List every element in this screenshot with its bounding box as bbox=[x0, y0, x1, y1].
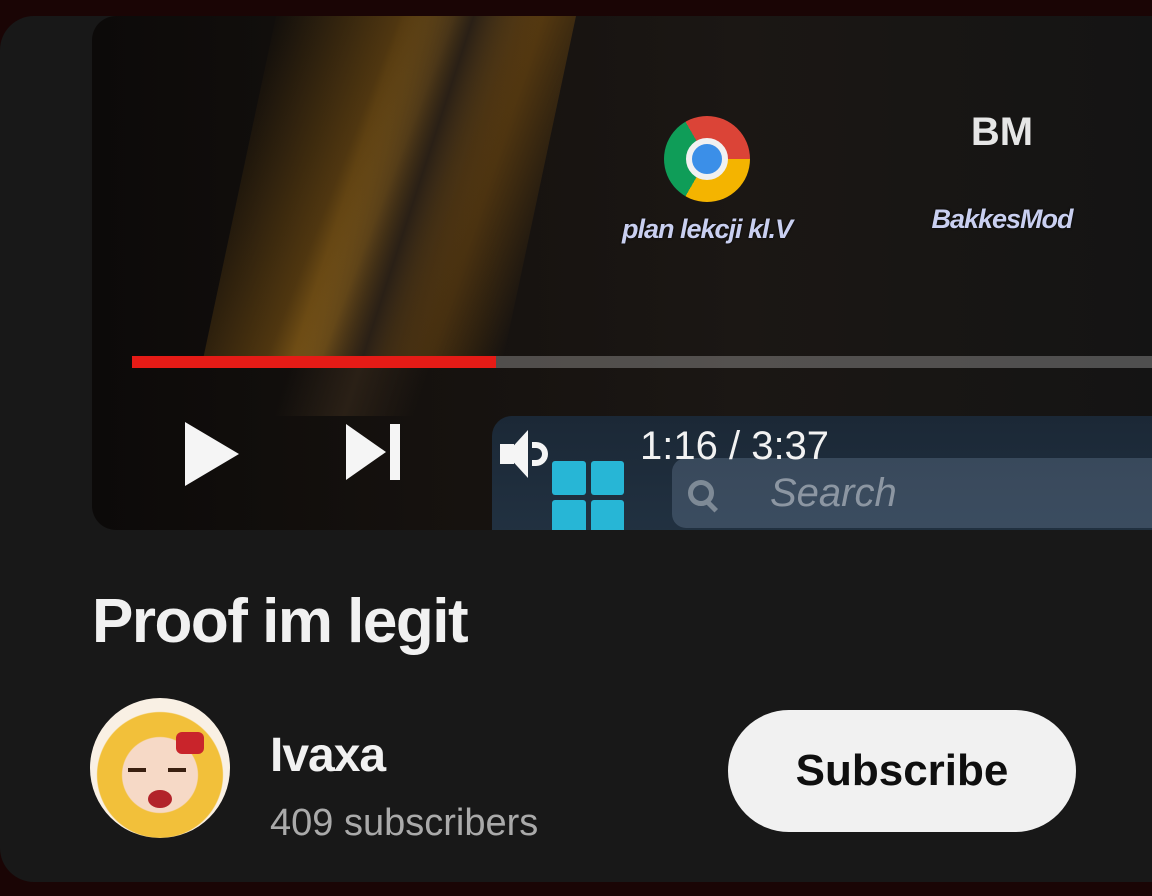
desktop-icon-chrome: plan lekcji kl.V bbox=[592, 116, 822, 245]
subscribe-button[interactable]: Subscribe bbox=[728, 710, 1076, 832]
video-title: Proof im legit bbox=[92, 587, 469, 656]
bakkesmod-icon: BM bbox=[970, 110, 1034, 154]
video-card: plan lekcji kl.V BM BakkesMod Search 1:1… bbox=[0, 16, 1152, 882]
progress-bar-fill bbox=[132, 356, 496, 368]
subscriber-count: 409 subscribers bbox=[270, 802, 539, 844]
time-display: 1:16 / 3:37 bbox=[640, 424, 830, 468]
play-icon[interactable] bbox=[185, 422, 239, 486]
taskbar-search-text: Search bbox=[770, 470, 897, 515]
desktop-icon-label: plan lekcji kl.V bbox=[621, 214, 793, 244]
next-icon[interactable] bbox=[346, 422, 406, 482]
search-icon bbox=[688, 480, 714, 506]
chrome-icon bbox=[664, 116, 750, 202]
windows-start-icon bbox=[552, 461, 624, 530]
video-player[interactable]: plan lekcji kl.V BM BakkesMod Search 1:1… bbox=[92, 16, 1152, 530]
avatar[interactable] bbox=[90, 698, 230, 838]
progress-bar[interactable] bbox=[132, 356, 1152, 368]
desktop-icon-label: BakkesMod bbox=[931, 204, 1073, 234]
desktop-icon-bakkesmod: BM BakkesMod bbox=[912, 112, 1092, 235]
channel-name[interactable]: Ivaxa bbox=[270, 728, 386, 783]
volume-icon[interactable] bbox=[500, 430, 554, 478]
